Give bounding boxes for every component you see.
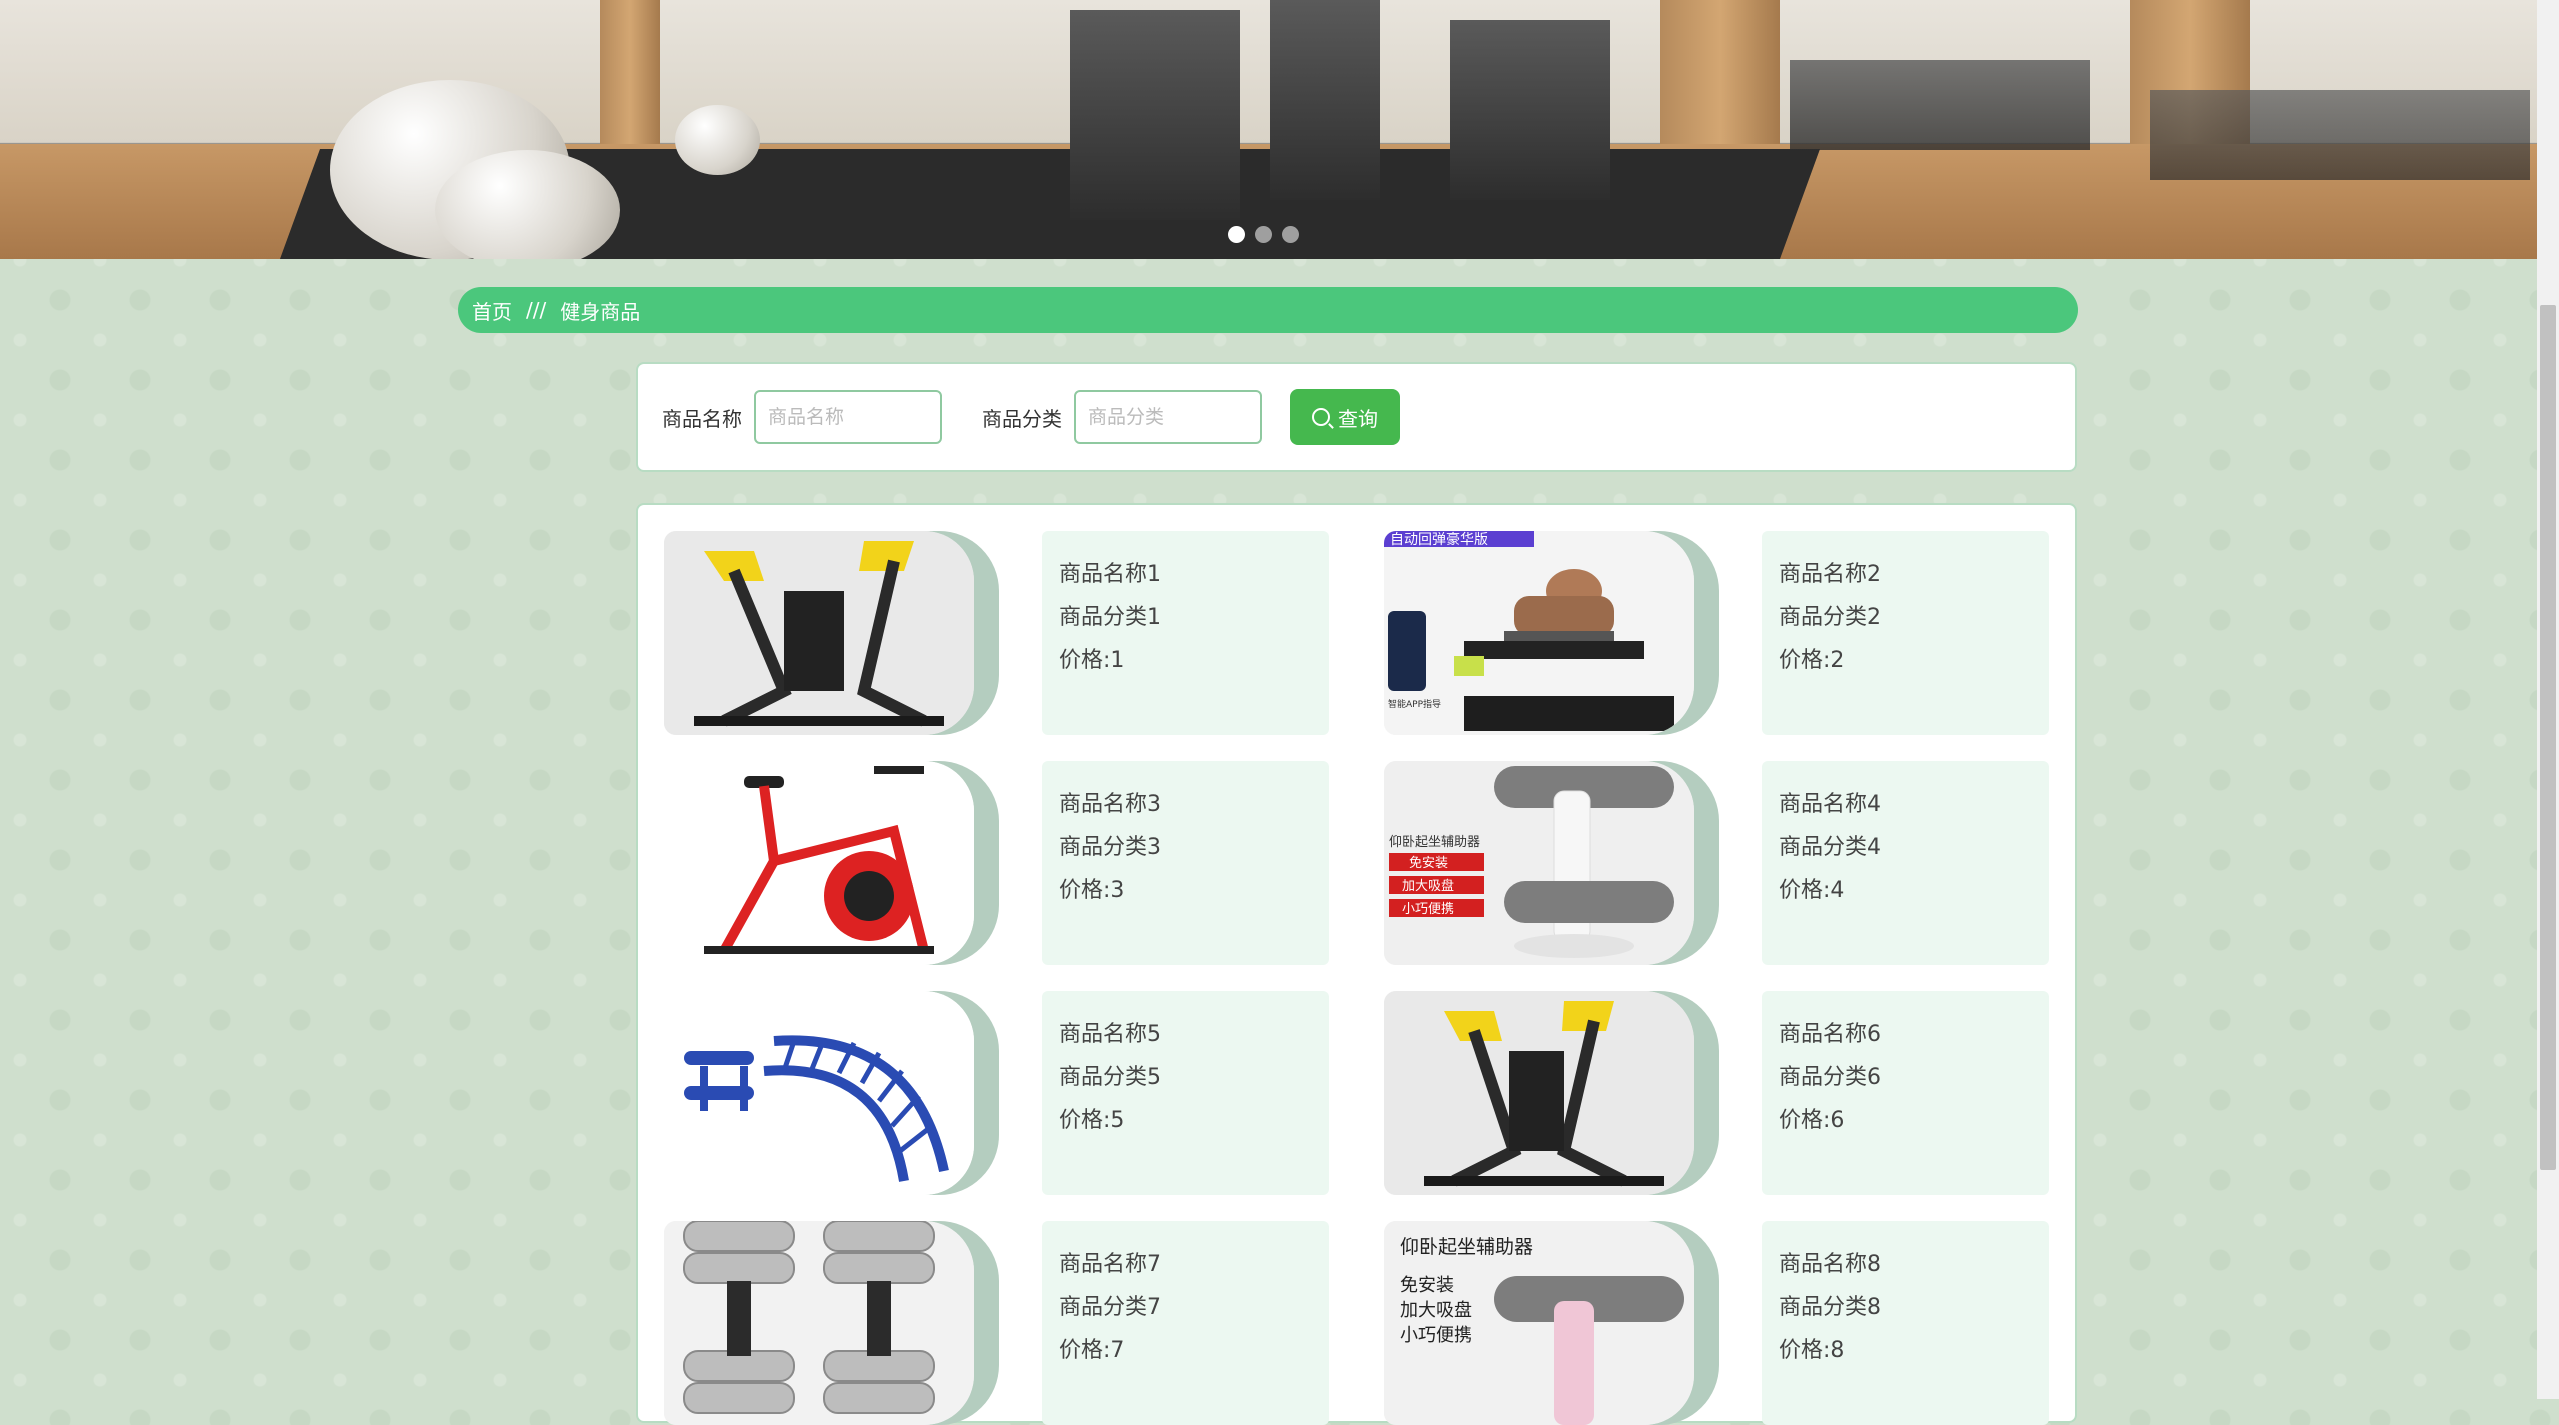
product-image-wrap: 仰卧起坐辅助器 免安装 加大吸盘 小巧便携 (1384, 761, 1719, 965)
product-image-situp-bench[interactable]: 自动回弹豪华版 智能APP指导 (1384, 531, 1694, 735)
product-category: 商品分类4 (1779, 835, 1881, 860)
product-name-label: 商品名称 (662, 406, 742, 431)
carousel-dot-2[interactable] (1255, 226, 1272, 243)
product-name[interactable]: 商品名称2 (1779, 553, 2049, 596)
product-image-line: 免安装 (1409, 856, 1448, 871)
product-image-situp-assist-pink[interactable]: 仰卧起坐辅助器 免安装 加大吸盘 小巧便携 (1384, 1221, 1694, 1425)
product-name[interactable]: 商品名称1 (1059, 553, 1329, 596)
product-image-chest-press[interactable] (1384, 991, 1694, 1195)
banner-exercise-ball (675, 105, 760, 175)
product-category-input[interactable] (1074, 390, 1262, 444)
product-info: 商品名称2 商品分类2 价格:2 (1762, 531, 2049, 735)
product-image-wrap (664, 1221, 999, 1425)
search-panel: 商品名称 商品分类 查询 (636, 362, 2077, 472)
product-name[interactable]: 商品名称4 (1779, 783, 2049, 826)
product-info: 商品名称7 商品分类7 价格:7 (1042, 1221, 1329, 1425)
product-image-line: 加大吸盘 (1402, 878, 1454, 894)
product-card[interactable]: 商品名称3 商品分类3 价格:3 (664, 761, 1358, 965)
product-image-wrap (664, 991, 999, 1195)
product-image-line: 免安装 (1400, 1275, 1454, 1296)
product-info: 商品名称3 商品分类3 价格:3 (1042, 761, 1329, 965)
banner-treadmill (2150, 90, 2530, 180)
product-image-line: 小巧便携 (1400, 1325, 1472, 1346)
product-category: 商品分类7 (1059, 1295, 1161, 1320)
product-image-text: 自动回弹豪华版 (1390, 532, 1488, 548)
banner-gym-machine (1450, 20, 1610, 200)
product-category-label: 商品分类 (982, 406, 1062, 431)
breadcrumb-current: 健身商品 (560, 299, 641, 324)
product-list-panel: 商品名称1 商品分类1 价格:1 自动回弹豪华版 智能APP指导 商品名称2 商… (636, 503, 2078, 1425)
product-image-caption: 智能APP指导 (1388, 698, 1441, 710)
product-image-wrap (664, 531, 999, 735)
product-price: 价格:6 (1779, 1108, 1845, 1133)
product-image-line: 仰卧起坐辅助器 (1389, 835, 1480, 850)
product-category: 商品分类8 (1779, 1295, 1881, 1320)
product-card[interactable]: 仰卧起坐辅助器 免安装 加大吸盘 小巧便携 商品名称8 商品分类8 价格:8 (1384, 1221, 2078, 1425)
product-image-situp-assist[interactable]: 仰卧起坐辅助器 免安装 加大吸盘 小巧便携 (1384, 761, 1694, 965)
product-price: 价格:1 (1059, 648, 1125, 673)
product-info: 商品名称8 商品分类8 价格:8 (1762, 1221, 2049, 1425)
product-info: 商品名称1 商品分类1 价格:1 (1042, 531, 1329, 735)
product-name[interactable]: 商品名称3 (1059, 783, 1329, 826)
product-card[interactable]: 商品名称6 商品分类6 价格:6 (1384, 991, 2078, 1195)
banner-gym-machine (1070, 10, 1240, 220)
product-name-input[interactable] (754, 390, 942, 444)
product-info: 商品名称5 商品分类5 价格:5 (1042, 991, 1329, 1195)
product-card[interactable]: 自动回弹豪华版 智能APP指导 商品名称2 商品分类2 价格:2 (1384, 531, 2078, 735)
product-image-line: 加大吸盘 (1400, 1300, 1472, 1321)
product-image-spin-bike[interactable] (664, 761, 974, 965)
breadcrumb-separator: /// (526, 298, 547, 322)
product-image-dumbbells[interactable] (664, 1221, 974, 1425)
product-price: 价格:2 (1779, 648, 1845, 673)
product-category: 商品分类1 (1059, 605, 1161, 630)
product-image-wrap (1384, 991, 1719, 1195)
product-card[interactable]: 商品名称5 商品分类5 价格:5 (664, 991, 1358, 1195)
product-category: 商品分类5 (1059, 1065, 1161, 1090)
product-card[interactable]: 商品名称7 商品分类7 价格:7 (664, 1221, 1358, 1425)
product-price: 价格:3 (1059, 878, 1125, 903)
product-image-wrap (664, 761, 999, 965)
product-info: 商品名称6 商品分类6 价格:6 (1762, 991, 2049, 1195)
carousel-dot-3[interactable] (1282, 226, 1299, 243)
banner-treadmill (1790, 60, 2090, 150)
product-image-back-stretcher[interactable] (664, 991, 974, 1195)
banner-exercise-ball (435, 150, 620, 259)
product-category: 商品分类2 (1779, 605, 1881, 630)
breadcrumb-home-link[interactable]: 首页 (472, 296, 512, 325)
product-category: 商品分类3 (1059, 835, 1161, 860)
product-card[interactable]: 仰卧起坐辅助器 免安装 加大吸盘 小巧便携 商品名称4 商品分类4 价格:4 (1384, 761, 2078, 965)
product-name[interactable]: 商品名称5 (1059, 1013, 1329, 1056)
breadcrumb: 首页 /// 健身商品 (458, 287, 2078, 333)
product-name[interactable]: 商品名称8 (1779, 1243, 2049, 1286)
product-price: 价格:8 (1779, 1338, 1845, 1363)
product-price: 价格:4 (1779, 878, 1845, 903)
product-name[interactable]: 商品名称7 (1059, 1243, 1329, 1286)
product-card[interactable]: 商品名称1 商品分类1 价格:1 (664, 531, 1358, 735)
page-scrollbar-track[interactable] (2537, 0, 2559, 1399)
product-name[interactable]: 商品名称6 (1779, 1013, 2049, 1056)
search-icon (1312, 408, 1330, 426)
carousel-indicators (1228, 226, 1299, 243)
product-price: 价格:7 (1059, 1338, 1125, 1363)
product-category: 商品分类6 (1779, 1065, 1881, 1090)
product-price: 价格:5 (1059, 1108, 1125, 1133)
query-button-label: 查询 (1338, 406, 1378, 431)
page-scrollbar-thumb[interactable] (2540, 305, 2556, 1170)
product-image-wrap: 自动回弹豪华版 智能APP指导 (1384, 531, 1719, 735)
carousel-dot-1[interactable] (1228, 226, 1245, 243)
banner-gym-machine (1270, 0, 1380, 200)
product-image-line: 小巧便携 (1402, 901, 1454, 917)
query-button[interactable]: 查询 (1290, 389, 1400, 445)
product-image-chest-press[interactable] (664, 531, 974, 735)
product-info: 商品名称4 商品分类4 价格:4 (1762, 761, 2049, 965)
product-image-wrap: 仰卧起坐辅助器 免安装 加大吸盘 小巧便携 (1384, 1221, 1719, 1425)
product-image-line: 仰卧起坐辅助器 (1400, 1236, 1533, 1258)
hero-banner-carousel[interactable] (0, 0, 2537, 259)
